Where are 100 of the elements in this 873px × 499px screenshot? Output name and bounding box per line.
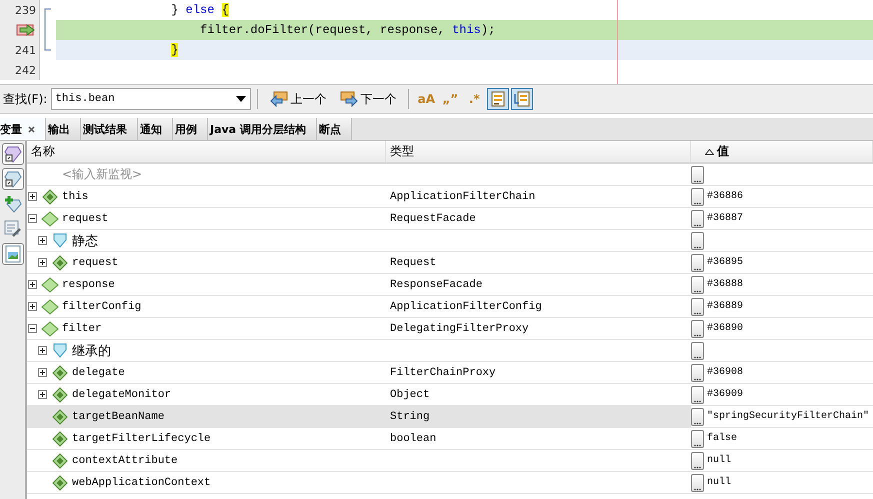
expand-icon[interactable] — [38, 236, 47, 245]
field-icon — [52, 430, 68, 446]
variable-name: this — [62, 190, 88, 202]
ellipsis-button[interactable] — [691, 254, 704, 272]
code-line: filter.doFilter(request, response, this); — [199, 23, 496, 37]
expand-icon[interactable] — [38, 258, 47, 267]
ellipsis-button[interactable] — [691, 276, 704, 294]
value-text: #36888 — [707, 279, 744, 290]
variable-row[interactable]: filter DelegatingFilterProxy #36890 — [27, 318, 873, 340]
ellipsis-button[interactable] — [691, 452, 704, 470]
variable-row[interactable]: targetFilterLifecycle boolean false — [27, 428, 873, 450]
field-icon — [52, 386, 68, 402]
variable-row[interactable]: request Request #36895 — [27, 252, 873, 274]
panel-tab[interactable]: 测试结果 — [81, 118, 138, 140]
variable-row[interactable]: webApplicationContext null — [27, 472, 873, 494]
wrap-document-icon — [514, 91, 530, 107]
line-number: 239 — [15, 4, 36, 16]
shield-icon — [53, 343, 67, 358]
close-icon[interactable] — [28, 126, 35, 132]
expand-icon[interactable] — [28, 302, 37, 311]
panel-tab[interactable]: 断点 — [316, 118, 352, 140]
ellipsis-icon — [694, 466, 701, 468]
ellipsis-button[interactable] — [691, 364, 704, 382]
panel-tab[interactable]: 变量 — [0, 118, 46, 140]
type-name: Request — [390, 256, 436, 268]
ellipsis-icon — [694, 378, 701, 380]
previous-icon — [270, 91, 288, 107]
variable-name: delegate — [72, 366, 125, 378]
variable-row[interactable]: 继承的 — [27, 340, 873, 362]
value-text: #36908 — [707, 367, 744, 378]
column-header[interactable]: 类型 — [386, 141, 691, 162]
variable-row[interactable]: this ApplicationFilterChain #36886 — [27, 186, 873, 208]
variable-name: targetBeanName — [72, 410, 164, 422]
expand-icon[interactable] — [38, 346, 47, 355]
expand-icon[interactable] — [38, 390, 47, 399]
variable-icon — [41, 298, 59, 314]
next-button[interactable]: 下一个 — [334, 88, 402, 110]
expand-icon[interactable] — [38, 368, 47, 377]
previous-button[interactable]: 上一个 — [264, 88, 332, 110]
line-number: 241 — [15, 44, 36, 56]
ellipsis-icon — [694, 224, 701, 226]
panel-tab[interactable]: 通知 — [138, 118, 173, 140]
ellipsis-icon — [694, 180, 701, 182]
column-header[interactable]: 名称 — [27, 141, 386, 162]
code-line: } else { — [170, 3, 229, 17]
variable-row[interactable]: request RequestFacade #36887 — [27, 208, 873, 230]
highlight-document-icon — [491, 91, 506, 107]
variable-row[interactable]: response ResponseFacade #36888 — [27, 274, 873, 296]
panel-tab[interactable]: 输出 — [46, 118, 81, 140]
option-toggle[interactable] — [487, 88, 510, 110]
ellipsis-icon — [694, 246, 701, 248]
variable-icon — [41, 210, 59, 226]
ellipsis-button[interactable] — [691, 430, 704, 448]
field-icon — [52, 254, 68, 270]
value-text: #36890 — [707, 323, 744, 334]
ellipsis-button[interactable] — [691, 386, 704, 404]
panel-tab[interactable]: 用例 — [173, 118, 208, 140]
variable-name: contextAttribute — [72, 454, 178, 466]
ellipsis-button[interactable] — [691, 188, 704, 206]
column-header[interactable]: 值 — [691, 141, 873, 162]
ellipsis-button[interactable] — [691, 166, 704, 184]
ellipsis-button[interactable] — [691, 298, 704, 316]
ellipsis-icon — [694, 268, 701, 270]
ellipsis-icon — [694, 400, 701, 402]
field-icon — [52, 408, 68, 424]
variable-row[interactable]: contextAttribute null — [27, 450, 873, 472]
category-name: 继承的 — [72, 342, 111, 360]
expand-icon[interactable] — [28, 192, 37, 201]
find-label: 查找(F): — [3, 90, 48, 108]
toolbar-toggle[interactable] — [2, 168, 24, 190]
option-toggle[interactable] — [511, 88, 534, 110]
collapse-icon[interactable] — [28, 324, 37, 333]
variable-name: filter — [62, 322, 102, 334]
expand-icon[interactable] — [28, 280, 37, 289]
ellipsis-button[interactable] — [691, 342, 704, 360]
variable-name: request — [72, 256, 118, 268]
ellipsis-button[interactable] — [691, 320, 704, 338]
type-name: ApplicationFilterConfig — [390, 300, 542, 312]
variable-row[interactable]: targetBeanName String "springSecurityFilterChain" — [27, 406, 873, 428]
field-icon — [52, 452, 68, 468]
variable-row[interactable]: delegate FilterChainProxy #36908 — [27, 362, 873, 384]
toolbar-toggle[interactable] — [2, 243, 24, 265]
collapse-icon[interactable] — [28, 214, 37, 223]
value-text: #36895 — [707, 257, 744, 268]
ellipsis-icon — [694, 356, 701, 358]
ellipsis-icon — [694, 422, 701, 424]
ellipsis-icon — [694, 334, 701, 336]
type-name: ApplicationFilterChain — [390, 190, 536, 202]
panel-tab[interactable]: Java 调用分层结构 — [208, 118, 317, 140]
ellipsis-button[interactable] — [691, 232, 704, 250]
ellipsis-button[interactable] — [691, 474, 704, 492]
ellipsis-button[interactable] — [691, 210, 704, 228]
variable-row[interactable]: 静态 — [27, 230, 873, 252]
shield-icon — [53, 233, 67, 248]
variable-row[interactable]: filterConfig ApplicationFilterConfig #36889 — [27, 296, 873, 318]
toolbar-toggle[interactable] — [2, 143, 24, 165]
type-name: String — [390, 410, 430, 422]
ellipsis-button[interactable] — [691, 408, 704, 426]
value-text: #36887 — [707, 213, 744, 224]
ellipsis-icon — [694, 488, 701, 490]
